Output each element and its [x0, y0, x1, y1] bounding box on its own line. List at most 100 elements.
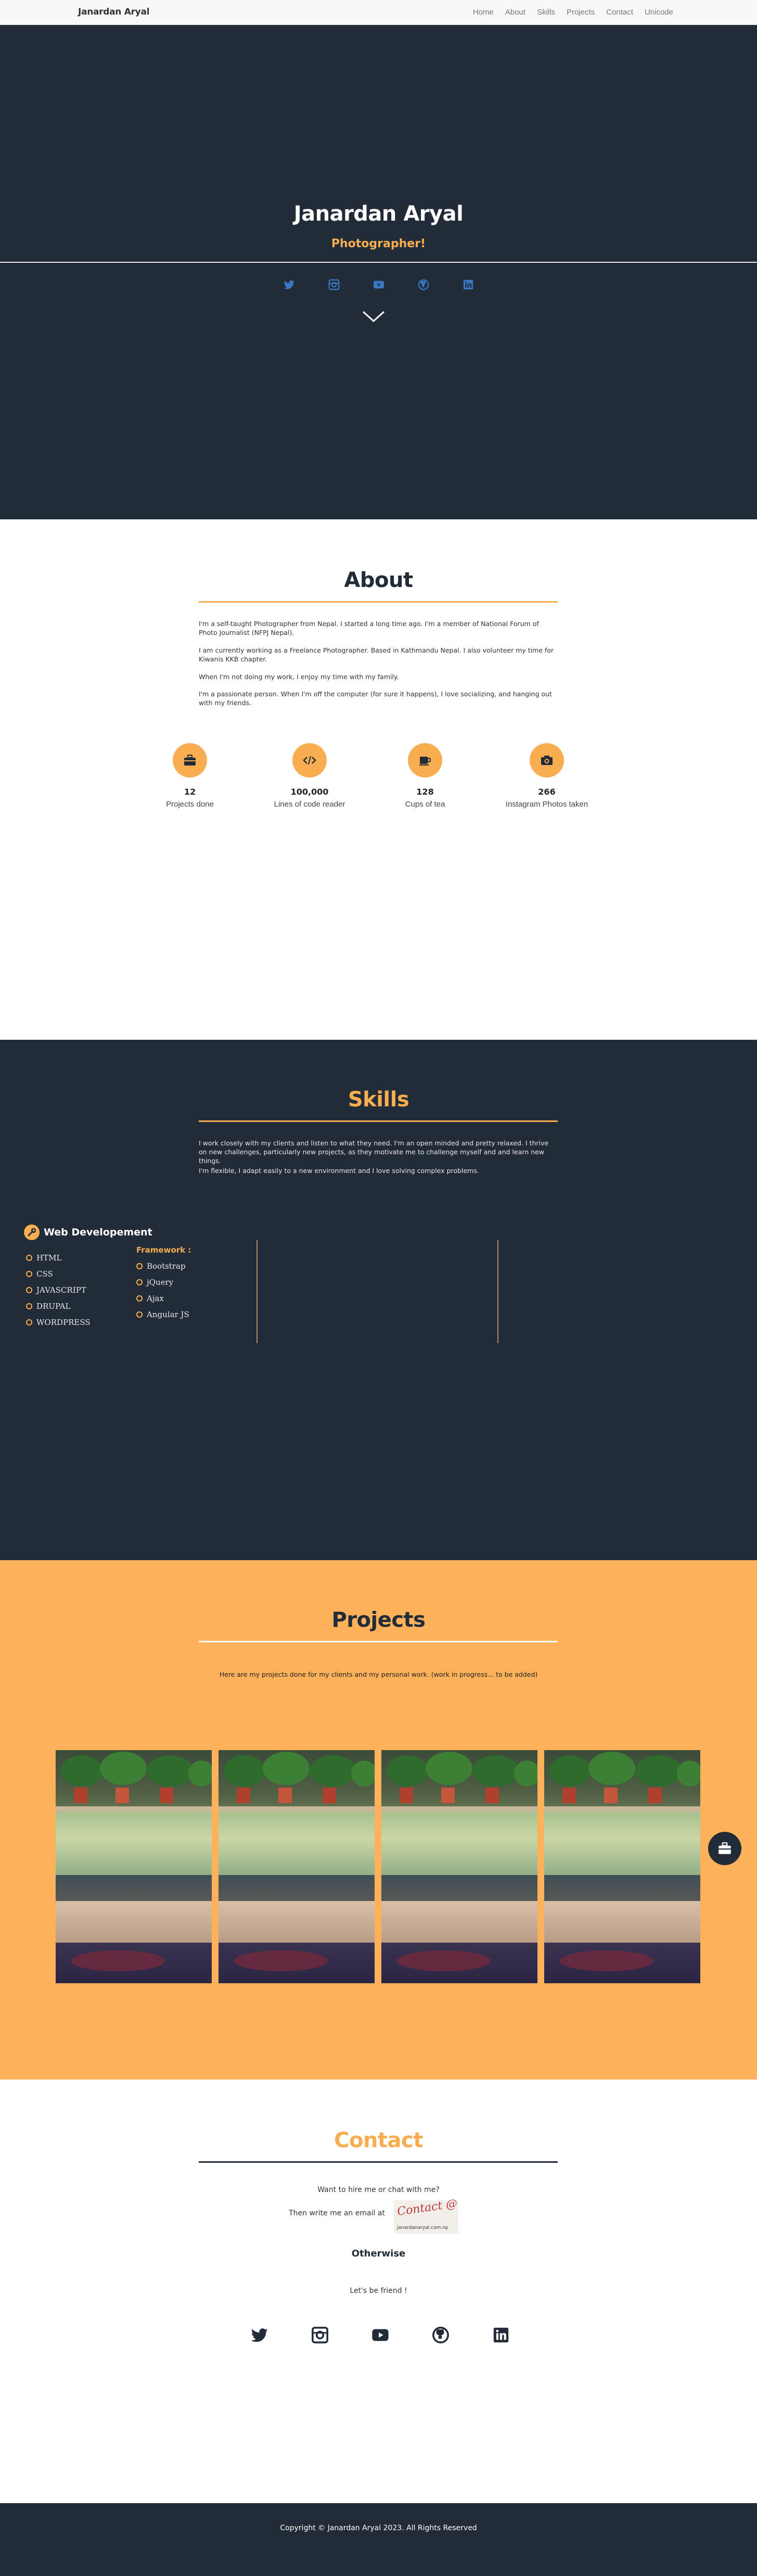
circle-icon	[136, 1263, 143, 1269]
contact-line-2: Then write me an email at	[289, 2209, 385, 2217]
skill-label: Bootstrap	[147, 1261, 186, 1271]
skill-item: CSS	[26, 1266, 91, 1282]
twitter-icon[interactable]	[251, 2326, 268, 2344]
code-icon	[292, 743, 327, 777]
nav-link-contact[interactable]: Contact	[600, 8, 639, 17]
youtube-icon[interactable]	[373, 279, 384, 290]
stat-instagram-photos: 266 Instagram Photos taken	[495, 743, 599, 809]
contact-script: Contact @	[396, 2197, 458, 2218]
linkedin-icon[interactable]	[492, 2326, 510, 2344]
skills-underline	[199, 1120, 558, 1122]
hero-role: Photographer!	[331, 237, 426, 250]
circle-icon	[136, 1295, 143, 1302]
copyright-text: Copyright © Janardan Aryal 2023. All Rig…	[280, 2524, 477, 2532]
skill-label: JAVASCRIPT	[36, 1285, 86, 1295]
stat-value: 128	[416, 787, 434, 797]
stat-value: 100,000	[290, 787, 329, 797]
stat-projects: 12 Projects done	[138, 743, 242, 809]
twitter-icon[interactable]	[283, 279, 295, 290]
project-thumbnail[interactable]	[544, 1750, 700, 1983]
skills-title: Skills	[348, 1088, 409, 1112]
about-paragraph-3: When I'm not doing my work, I enjoy my t…	[199, 673, 399, 681]
skill-item: JAVASCRIPT	[26, 1282, 91, 1298]
footer: Copyright © Janardan Aryal 2023. All Rig…	[0, 2503, 757, 2576]
skills-paragraph-1: I work closely with my clients and liste…	[199, 1139, 549, 1165]
nav-link-projects[interactable]: Projects	[561, 8, 600, 17]
briefcase-icon	[173, 743, 207, 777]
skill-item: Angular JS	[136, 1306, 191, 1322]
skill-label: HTML	[36, 1253, 62, 1263]
skill-item: DRUPAL	[26, 1298, 91, 1314]
stat-value: 12	[184, 787, 196, 797]
projects-underline	[199, 1641, 558, 1642]
hero-divider	[0, 262, 757, 263]
contact-title: Contact	[334, 2128, 423, 2152]
skill-item: Bootstrap	[136, 1258, 191, 1274]
skill-category-header: Web Developement	[24, 1225, 152, 1240]
github-icon[interactable]	[418, 279, 429, 290]
instagram-icon[interactable]	[328, 279, 340, 290]
skill-label: DRUPAL	[36, 1301, 71, 1311]
nav-links: Home About Skills Projects Contact Unico…	[467, 8, 679, 17]
circle-icon	[136, 1311, 143, 1318]
circle-icon	[26, 1254, 32, 1261]
briefcase-icon	[718, 1842, 731, 1854]
project-thumbnail[interactable]	[381, 1750, 537, 1983]
skill-label: Ajax	[147, 1293, 164, 1303]
skill-column-divider	[497, 1240, 498, 1343]
projects-subtitle: Here are my projects done for my clients…	[219, 1670, 538, 1678]
about-paragraph-1: I'm a self-taught Photographer from Nepa…	[199, 620, 539, 636]
skill-label: CSS	[36, 1269, 53, 1279]
skill-category-title: Web Developement	[44, 1227, 152, 1238]
project-thumbnail[interactable]	[56, 1750, 212, 1983]
project-thumbnail[interactable]	[219, 1750, 375, 1983]
skill-item: WORDPRESS	[26, 1314, 91, 1330]
wrench-icon	[24, 1225, 40, 1240]
circle-icon	[136, 1279, 143, 1285]
skill-label: WORDPRESS	[36, 1317, 91, 1327]
nav-link-unicode[interactable]: Unicode	[639, 8, 679, 17]
language-list: HTML CSS JAVASCRIPT DRUPAL WORDPRESS	[26, 1249, 91, 1330]
stat-cups-of-tea: 128 Cups of tea	[373, 743, 477, 809]
about-paragraph-2: I am currently working as a Freelance Ph…	[199, 646, 554, 663]
nav-link-skills[interactable]: Skills	[531, 8, 561, 17]
skill-item: jQuery	[136, 1274, 191, 1290]
contact-email: janardanaryal.com.np	[397, 2225, 448, 2230]
contact-line-3: Let's be friend !	[350, 2287, 407, 2295]
framework-title: Framework :	[136, 1245, 191, 1255]
youtube-icon[interactable]	[371, 2326, 389, 2344]
skills-section: Skills I work closely with my clients an…	[0, 1040, 757, 1560]
portfolio-button[interactable]	[708, 1832, 741, 1865]
projects-title: Projects	[331, 1608, 426, 1632]
brand-logo[interactable]: Janardan Aryal	[78, 7, 149, 17]
skill-label: Angular JS	[147, 1309, 189, 1319]
stat-label: Instagram Photos taken	[505, 800, 588, 809]
instagram-icon[interactable]	[311, 2326, 329, 2344]
stat-label: Projects done	[166, 800, 214, 809]
stat-label: Lines of code reader	[274, 800, 345, 809]
skill-item: Ajax	[136, 1290, 191, 1306]
circle-icon	[26, 1270, 32, 1277]
skills-paragraph-2: I'm flexible, I adapt easily to a new en…	[199, 1167, 479, 1175]
circle-icon	[26, 1303, 32, 1309]
about-paragraph-4: I'm a passionate person. When I'm off th…	[199, 690, 552, 707]
github-icon[interactable]	[432, 2326, 450, 2344]
contact-line-1: Want to hire me or chat with me?	[317, 2186, 440, 2194]
stat-value: 266	[538, 787, 556, 797]
chevron-down-icon[interactable]	[361, 309, 386, 324]
contact-underline	[199, 2161, 558, 2163]
contact-email-image[interactable]: Contact @ janardanaryal.com.np	[394, 2197, 458, 2234]
nav-link-about[interactable]: About	[499, 8, 531, 17]
about-underline	[199, 601, 558, 603]
nav-link-home[interactable]: Home	[467, 8, 499, 17]
linkedin-icon[interactable]	[463, 279, 474, 290]
camera-icon	[530, 743, 564, 777]
about-title: About	[344, 568, 413, 592]
skill-label: jQuery	[147, 1277, 174, 1287]
hero-section: Janardan Aryal Photographer!	[0, 25, 757, 519]
framework-list: Framework : Bootstrap jQuery Ajax Angula…	[136, 1242, 191, 1322]
circle-icon	[26, 1319, 32, 1325]
contact-social-links	[0, 2326, 757, 2344]
stat-lines-of-code: 100,000 Lines of code reader	[258, 743, 362, 809]
stat-label: Cups of tea	[405, 800, 445, 809]
